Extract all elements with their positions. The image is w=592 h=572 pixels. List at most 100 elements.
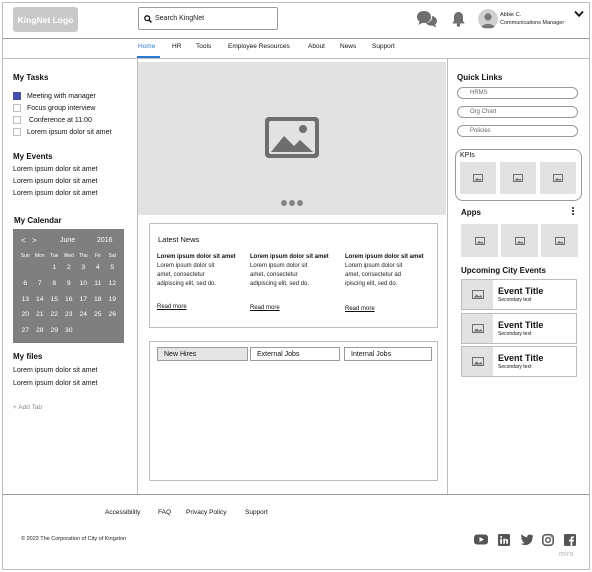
calendar-day[interactable]: 7 [33,280,48,287]
event-list-item[interactable]: Lorem ipsum dolor sit amet [13,178,97,185]
nav-item-tools[interactable]: Tools [196,43,211,50]
checkbox[interactable] [13,104,21,112]
calendar-day[interactable]: 28 [33,327,48,334]
facebook-icon[interactable] [564,534,576,546]
youtube-icon[interactable] [474,534,488,545]
checkbox[interactable] [13,128,21,136]
quick-link-org-chart[interactable]: Org Chart [457,106,578,118]
event-list-item[interactable]: Lorem ipsum dolor sit amet [13,190,97,197]
event-card[interactable]: Event Title Secondary text [461,279,577,310]
calendar-day[interactable]: 21 [33,311,48,318]
right-column-divider [447,59,448,494]
calendar-weekday: Wed [63,252,74,259]
calendar-day[interactable]: 18 [91,296,106,303]
calendar-day[interactable]: 2 [62,264,77,271]
instagram-icon[interactable] [542,534,554,546]
calendar-day[interactable]: 9 [62,280,77,287]
nav-item-news[interactable]: News [340,43,356,50]
read-more-link[interactable]: Read more [250,305,280,311]
search-icon [144,14,152,23]
calendar-day[interactable]: 24 [76,311,91,318]
search-input[interactable]: Search KingNet [138,7,278,30]
footer-link-support[interactable]: Support [245,509,268,516]
calendar-day[interactable]: 19 [105,296,120,303]
hero-carousel[interactable] [138,62,446,215]
task-item[interactable]: Meeting with manager [13,92,96,100]
calendar-day[interactable]: 4 [91,264,106,271]
add-tab-button[interactable]: + Add Tab [13,404,42,411]
calendar-day[interactable]: 12 [105,280,120,287]
app-tile[interactable] [461,224,498,257]
task-label: Lorem ipsum dolor sit amet [27,128,112,136]
event-list-item[interactable]: Lorem ipsum dolor sit amet [13,166,97,173]
news-body: Lorem ipsum dolor sit amet, consectetur … [250,262,310,287]
calendar-day[interactable]: 26 [105,311,120,318]
calendar-next-button[interactable]: > [32,236,37,245]
quick-links-title: Quick Links [457,73,503,82]
calendar-day[interactable]: 30 [62,327,77,334]
news-item: Lorem ipsum dolor sit amet Lorem ipsum d… [157,253,239,289]
calendar-day[interactable]: 29 [47,327,62,334]
task-item[interactable]: Focus group interview [13,104,95,112]
twitter-icon[interactable] [520,534,534,546]
avatar[interactable] [478,9,498,29]
calendar-day[interactable]: 6 [18,280,33,287]
kpi-tile[interactable] [540,162,576,194]
more-options-icon[interactable] [572,207,576,216]
quick-link-hrms[interactable]: HRMS [457,87,578,99]
file-list-item[interactable]: Lorem ipsum dolor sit amet [13,367,97,374]
apps-title: Apps [461,208,481,217]
calendar-day[interactable]: 13 [18,296,33,303]
nav-item-home[interactable]: Home [138,43,155,50]
quick-link-policies[interactable]: Policies [457,125,578,137]
calendar-day[interactable]: 15 [47,296,62,303]
footer-link-faq[interactable]: FAQ [158,509,171,516]
linkedin-icon[interactable] [498,534,510,546]
calendar-day[interactable]: 10 [76,280,91,287]
file-list-item[interactable]: Lorem ipsum dolor sit amet [13,380,97,387]
tab-new-hires[interactable]: New Hires [157,347,248,361]
calendar-day[interactable]: 3 [76,264,91,271]
bell-icon[interactable] [451,11,466,27]
carousel-dots[interactable] [281,200,303,206]
read-more-link[interactable]: Read more [157,304,187,310]
chevron-down-icon[interactable] [574,10,584,18]
calendar-day[interactable]: 5 [105,264,120,271]
kpi-tile[interactable] [500,162,536,194]
checkbox-checked[interactable] [13,92,21,100]
footer-link-privacy-policy[interactable]: Privacy Policy [186,509,226,516]
event-card[interactable]: Event Title Secondary text [461,346,577,377]
kpi-tile[interactable] [460,162,496,194]
calendar-day[interactable]: 14 [33,296,48,303]
task-item[interactable]: Lorem ipsum dolor sit amet [13,128,111,136]
calendar-day[interactable]: 8 [47,280,62,287]
calendar-day[interactable]: 16 [62,296,77,303]
calendar-day[interactable]: 1 [47,264,62,271]
calendar-week-row: 6 7 8 9 10 11 12 [18,276,120,292]
calendar-weekday: Sat [108,252,116,259]
site-logo[interactable]: KingNet Logo [13,7,78,32]
nav-item-employee-resources[interactable]: Employee Resources [228,43,290,50]
calendar-day[interactable]: 20 [18,311,33,318]
calendar-day[interactable]: 17 [76,296,91,303]
app-tile[interactable] [501,224,538,257]
nav-item-about[interactable]: About [308,43,325,50]
calendar-day[interactable]: 23 [62,311,77,318]
checkbox[interactable] [13,116,21,124]
nav-item-support[interactable]: Support [372,43,395,50]
calendar-day[interactable]: 27 [18,327,33,334]
tab-internal-jobs[interactable]: Internal Jobs [344,347,432,361]
chat-icon[interactable] [416,10,438,29]
calendar-day[interactable]: 22 [47,311,62,318]
tab-external-jobs[interactable]: External Jobs [250,347,340,361]
image-placeholder-icon [514,236,525,245]
app-tile[interactable] [541,224,578,257]
event-card[interactable]: Event Title Secondary text [461,313,577,344]
calendar-day[interactable]: 25 [91,311,106,318]
footer-link-accessibility[interactable]: Accessibility [105,509,140,516]
calendar-day[interactable]: 11 [91,280,106,287]
read-more-link[interactable]: Read more [345,306,375,312]
task-item[interactable]: Conference at 11:00 [13,116,92,124]
nav-item-hr[interactable]: HR [172,43,181,50]
calendar-prev-button[interactable]: < [21,236,26,245]
